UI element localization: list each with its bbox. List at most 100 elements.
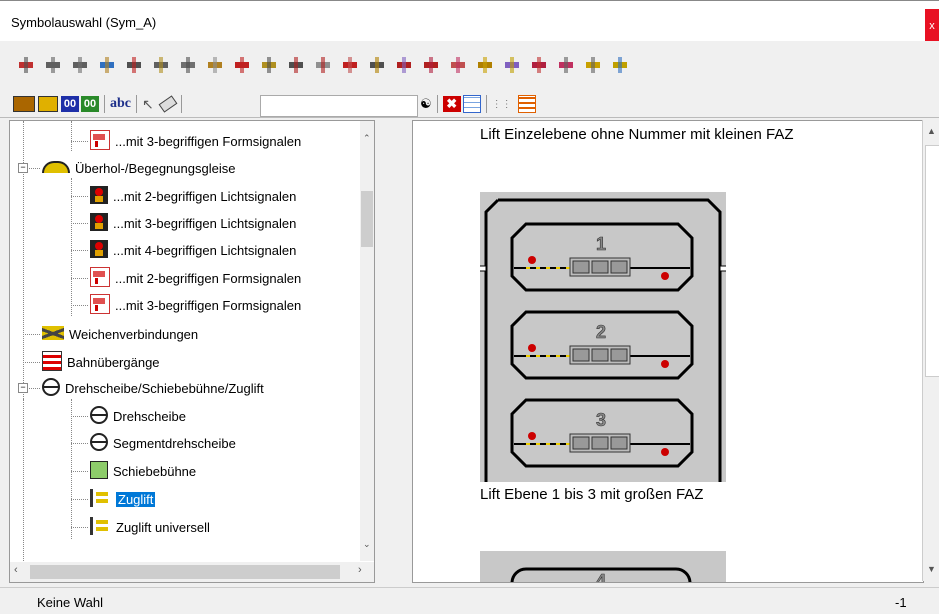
preview-vertical-scrollbar[interactable]: ▲ ▼ [922, 120, 939, 581]
level-number: 1 [596, 234, 606, 254]
tool-icon-group: 00 00 abc ↖ [13, 94, 187, 114]
separator [136, 95, 137, 113]
separator [104, 95, 105, 113]
signal-icon[interactable] [179, 56, 197, 74]
tree-item[interactable]: Drehscheibe/Schiebebühne/Zuglift [42, 377, 264, 399]
tree-connector [71, 278, 88, 279]
light-signal-2-icon[interactable] [422, 56, 440, 74]
arrow-right-icon[interactable] [368, 56, 386, 74]
light-signal-icon[interactable] [395, 56, 413, 74]
tree-item[interactable]: ...mit 2-begriffigen Lichtsignalen [90, 185, 296, 207]
track-icon[interactable] [17, 56, 35, 74]
list-icon[interactable] [517, 95, 536, 113]
tree-connector [23, 362, 40, 363]
tree-item[interactable]: ...mit 3-begriffigen Formsignalen [90, 129, 301, 152]
tree-item[interactable]: Zuglift [90, 488, 156, 510]
train-lift-drawing: 1 2 3 [477, 198, 729, 482]
crown-icon[interactable] [584, 56, 602, 74]
cross-delete-icon[interactable] [341, 56, 359, 74]
counter-00-icon[interactable]: 00 [61, 96, 79, 112]
tree-item-label: Drehscheibe/Schiebebühne/Zuglift [65, 380, 264, 396]
arrow-left-icon[interactable] [233, 56, 251, 74]
eraser-icon[interactable] [158, 95, 178, 113]
text-abc-button[interactable]: abc [110, 96, 131, 112]
dots-icon[interactable]: ⋮⋮ [492, 99, 512, 110]
pointer-icon[interactable]: ↖ [142, 96, 154, 113]
tree-item[interactable]: Zuglift universell [90, 516, 210, 538]
form-signal-2-icon[interactable] [476, 56, 494, 74]
light-signal-icon [90, 212, 108, 234]
tree-connector [71, 399, 72, 539]
tree-item[interactable]: Drehscheibe [90, 405, 186, 427]
tree-item-label: Bahnübergänge [67, 354, 160, 370]
tree-item-label: Drehscheibe [113, 408, 186, 424]
turnout-icon[interactable] [206, 56, 224, 74]
signal-4-icon[interactable] [530, 56, 548, 74]
separator [485, 95, 487, 113]
counter-00b-icon[interactable]: 00 [81, 96, 99, 112]
symbol-tree: ...mit 3-begriffigen Formsignalen − Überho… [10, 121, 360, 561]
tree-connector [71, 416, 88, 417]
form-signal-icon [90, 293, 110, 317]
vehicle-icon[interactable] [611, 56, 629, 74]
slipswitch-icon[interactable] [314, 56, 332, 74]
separator [436, 95, 438, 113]
tree-connector [71, 141, 88, 142]
lift-level[interactable]: 1 [510, 222, 694, 292]
lift-level[interactable]: 3 [510, 398, 694, 468]
preview-heading-1: Lift Einzelebene ohne Nummer mit kleinen… [480, 126, 794, 143]
signal-group-icon[interactable] [260, 56, 278, 74]
tree-connector [23, 334, 40, 335]
transfer-table-icon [90, 460, 108, 482]
search-input[interactable] [260, 95, 418, 117]
scroll-thumb[interactable] [925, 145, 939, 377]
tree-item-label: Überhol-/Begegnungsgleise [75, 160, 236, 176]
tree-vertical-scrollbar[interactable]: ⌃ ⌄ [360, 121, 374, 561]
grid-icon[interactable] [462, 95, 481, 113]
train-lift-symbol-2[interactable]: 4 [480, 551, 726, 582]
close-button[interactable]: x [925, 9, 939, 43]
tree-item[interactable]: ...mit 2-begriffigen Formsignalen [90, 266, 301, 289]
switch-connection-icon [42, 325, 64, 343]
train-icon[interactable] [13, 96, 35, 112]
turntable-icon [90, 405, 108, 427]
tree-item[interactable]: ...mit 3-begriffigen Lichtsignalen [90, 212, 296, 234]
status-bar: Keine Wahl -1 [0, 587, 939, 614]
level-crossing-icon [42, 350, 62, 374]
collapse-toggle[interactable]: − [18, 383, 28, 393]
status-text: Keine Wahl [37, 595, 103, 610]
scroll-thumb[interactable] [361, 191, 373, 247]
tree-item[interactable]: Schiebebühne [90, 460, 196, 482]
signal-3-icon[interactable] [503, 56, 521, 74]
tree-connector [71, 443, 88, 444]
tree-item[interactable]: ...mit 4-begriffigen Lichtsignalen [90, 239, 296, 261]
tree-item-label: Segmentdrehscheibe [113, 435, 236, 451]
train-lift-symbol[interactable]: 1 2 3 [477, 192, 729, 482]
lift-level[interactable]: 2 [510, 310, 694, 380]
tree-item[interactable]: Bahnübergänge [42, 350, 160, 374]
tree-horizontal-scrollbar[interactable]: ‹ › [10, 562, 374, 582]
crossing-icon[interactable] [98, 56, 116, 74]
train-lift-icon [90, 516, 111, 538]
tree-item[interactable]: Weichenverbindungen [42, 323, 198, 345]
buffer-icon[interactable] [152, 56, 170, 74]
scroll-thumb[interactable] [30, 565, 340, 579]
straight-track-icon[interactable] [44, 56, 62, 74]
wagon-icon[interactable] [38, 96, 58, 112]
form-signal-icon[interactable] [449, 56, 467, 74]
tree-item[interactable]: Segmentdrehscheibe [90, 432, 236, 454]
signal-5-icon[interactable] [557, 56, 575, 74]
symbol-toolbar [0, 41, 939, 91]
switch-icon[interactable] [125, 56, 143, 74]
delete-red-icon[interactable]: ✖ [442, 96, 461, 112]
binoculars-icon[interactable]: ☯ [420, 96, 432, 112]
tree-item[interactable]: Überhol-/Begegnungsgleise [42, 157, 235, 179]
tree-item[interactable]: ...mit 3-begriffigen Formsignalen [90, 293, 301, 317]
turntable-icon[interactable] [287, 56, 305, 74]
curve-track-icon[interactable] [71, 56, 89, 74]
level-number: 2 [596, 322, 606, 342]
light-signal-icon [90, 185, 108, 207]
tree-connector [23, 399, 24, 561]
collapse-toggle[interactable]: − [18, 163, 28, 173]
window-title: Symbolauswahl (Sym_A) [11, 15, 157, 30]
